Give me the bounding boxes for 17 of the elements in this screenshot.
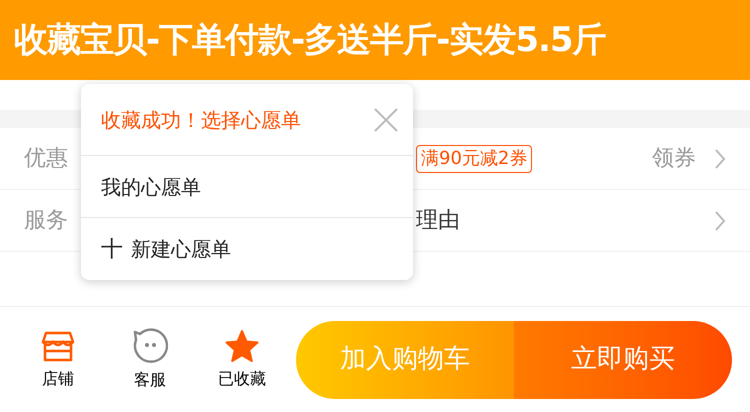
- popup-title: 收藏成功！选择心愿单: [101, 106, 302, 134]
- wishlist-item[interactable]: 我的心愿单: [81, 156, 413, 218]
- bar-icon-button[interactable]: 店铺: [12, 328, 104, 390]
- wishlist-label: 新建心愿单: [131, 236, 231, 263]
- plus-icon: 十: [101, 232, 123, 266]
- close-icon[interactable]: [373, 106, 399, 132]
- wishlist-label: 我的心愿单: [101, 174, 201, 200]
- row-label: 优惠: [24, 145, 69, 173]
- chevron-icon: [714, 210, 726, 232]
- bar-icon-button[interactable]: 已收藏: [196, 328, 288, 390]
- row-label: 服务: [24, 207, 69, 235]
- wishlist-item[interactable]: 十 新建心愿单: [81, 218, 413, 280]
- chat-face-icon: [132, 328, 168, 364]
- banner-title: 收藏宝贝-下单付款-多送半斤-实发5.5斤: [14, 18, 606, 62]
- bar-icon-button[interactable]: 客服: [104, 328, 196, 392]
- service-text: 理由: [416, 207, 460, 235]
- chevron-icon: [714, 148, 726, 170]
